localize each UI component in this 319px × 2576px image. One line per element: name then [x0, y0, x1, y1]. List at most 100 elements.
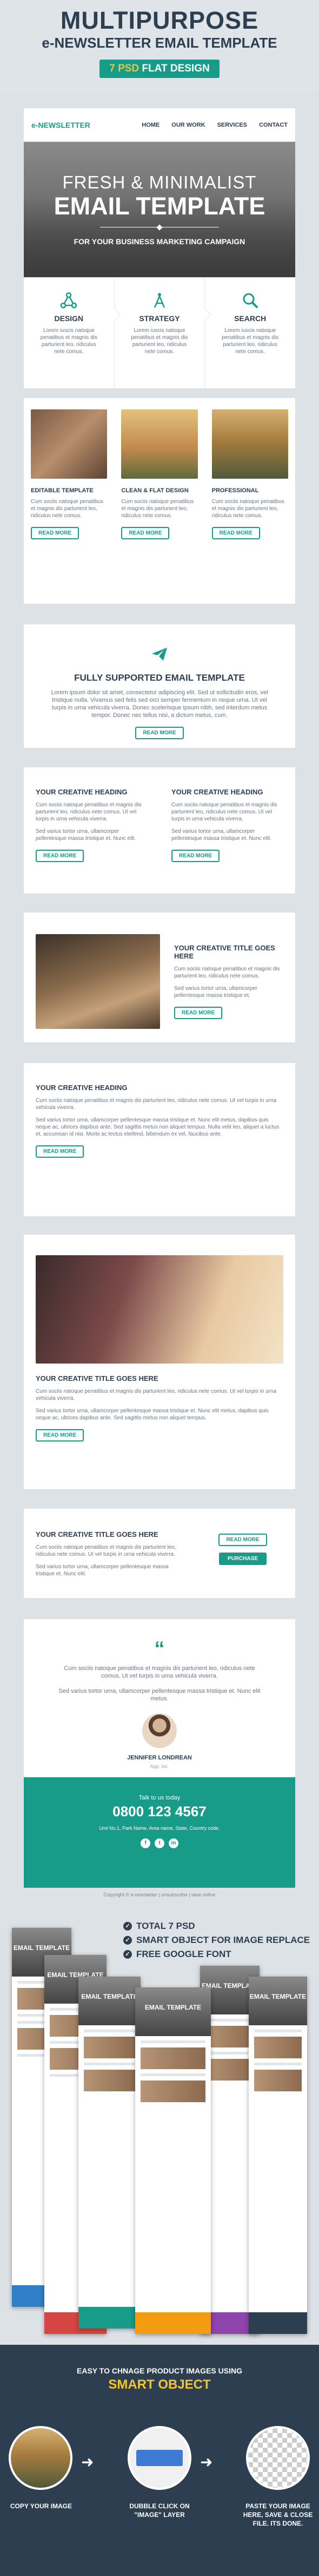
cta-block: YOUR CREATIVE TITLE GOES HERE Cum sociis… — [24, 1509, 295, 1598]
column-text: Cum sociis natoque penatibus et magnis d… — [171, 802, 277, 822]
block-text: Cum sociis natoque penatibus et magnis d… — [36, 1098, 277, 1111]
block-title: YOUR CREATIVE TITLE GOES HERE — [36, 1374, 158, 1382]
read-more-button[interactable]: READ MORE — [36, 850, 84, 862]
testimonial-text: Cum sociis natoque penatibus et magnis d… — [64, 1665, 255, 1679]
feature-text: Lorem iuscis natoque penatibus et magnis… — [131, 328, 188, 355]
template-previews: EMAIL TEMPLATE EMAIL TEMPLATE EMAIL TEMP… — [0, 1906, 319, 2339]
quote-icon: “ — [154, 1638, 165, 1660]
feature-text: Lorem iuscis natoque penatibus et magnis… — [40, 328, 97, 355]
logo-prefix: e- — [31, 120, 38, 129]
newsletter-logo[interactable]: e-NEWSLETTER — [31, 121, 90, 129]
swan-image — [211, 409, 288, 479]
smart-line1: EASY TO CHNAGE PRODUCT IMAGES USING — [77, 2366, 242, 2375]
big-image-block: YOUR CREATIVE TITLE GOES HERE Cum sociis… — [24, 1235, 295, 1489]
feature-strategy: STRATEGY Lorem iuscis natoque penatibus … — [115, 277, 212, 388]
testimonial-name: JENNIFER LONDREAN — [127, 1755, 192, 1761]
column-text-2: Sed varius tortor urna, ullamcorper pell… — [171, 829, 272, 842]
nav-item-contact[interactable]: CONTACT — [259, 122, 288, 128]
cta-content: YOUR CREATIVE TITLE GOES HERE Cum sociis… — [36, 1530, 187, 1598]
features-row: DESIGN Lorem iuscis natoque penatibus et… — [24, 277, 295, 388]
read-more-button[interactable]: READ MORE — [218, 1534, 267, 1546]
testimonial-text-2: Sed varius tortor urna, ullamcorper pell… — [58, 1688, 261, 1702]
purchase-button[interactable]: PURCHASE — [218, 1553, 267, 1565]
read-more-button[interactable]: READ MORE — [174, 1007, 223, 1019]
promo-title: MULTIPURPOSE — [60, 6, 259, 34]
nav-item-home[interactable]: HOME — [142, 122, 160, 128]
read-more-button[interactable]: READ MORE — [36, 1429, 84, 1442]
nav-item-our-work[interactable]: OUR WORK — [171, 122, 205, 128]
facebook-icon[interactable]: f — [141, 1838, 150, 1848]
column-left: YOUR CREATIVE HEADING Cum sociis natoque… — [24, 788, 160, 894]
thumb-title: PROFESSIONAL — [211, 487, 259, 494]
read-more-button[interactable]: READ MORE — [36, 1145, 84, 1158]
column-right: YOUR CREATIVE HEADING Cum sociis natoque… — [160, 788, 295, 894]
full-title: FULLY SUPPORTED EMAIL TEMPLATE — [74, 673, 245, 683]
testimonial-role: App. inc. — [150, 1764, 169, 1769]
hero-line1: FRESH & MINIMALIST — [62, 172, 257, 192]
thumb-card: PROFESSIONAL Cum sociis natoque penatibu… — [205, 409, 295, 604]
block-title: YOUR CREATIVE TITLE GOES HERE — [36, 1530, 158, 1538]
block-text-2: Sed varius tortor urna, ullamcorper pell… — [36, 1564, 169, 1577]
thumb-title: EDITABLE TEMPLATE — [31, 487, 94, 494]
promo-subtitle: e-NEWSLETTER EMAIL TEMPLATE — [42, 35, 277, 51]
compass-icon — [154, 293, 165, 308]
linkedin-icon[interactable]: in — [169, 1838, 178, 1848]
testimonial-block: “ Cum sociis natoque penatibus et magnis… — [24, 1619, 295, 1777]
read-more-button[interactable]: READ MORE — [121, 527, 170, 539]
psd-badge: 7 PSD FLAT DESIGN — [99, 60, 220, 78]
copy-image-circle — [9, 2426, 72, 2490]
preview-title: EMAIL TEMPLATE — [249, 1993, 307, 2000]
thumb-text: Cum sociis natoque penatibus et magnis d… — [31, 499, 103, 519]
promo-header: MULTIPURPOSE e-NEWSLETTER EMAIL TEMPLATE… — [0, 0, 319, 94]
copyright: Copyright © e-newsletter | unsubscribe |… — [103, 1892, 216, 1897]
bullet-item: ✓ FREE GOOGLE FONT — [123, 1947, 310, 1961]
preview-title: EMAIL TEMPLATE — [144, 2004, 202, 2011]
thumb-card: EDITABLE TEMPLATE Cum sociis natoque pen… — [24, 409, 114, 604]
nav-item-services[interactable]: SERVICES — [217, 122, 247, 128]
bridge-image — [36, 1255, 283, 1364]
preview-title: EMAIL TEMPLATE — [47, 1971, 104, 1979]
block-title: YOUR CREATIVE TITLE GOES HERE — [174, 944, 275, 960]
read-more-button[interactable]: READ MORE — [31, 527, 79, 539]
logo-word: NEWSLETTER — [38, 120, 90, 129]
feature-search: SEARCH Lorem iuscis natoque penatibus et… — [205, 277, 295, 388]
column-heading: YOUR CREATIVE HEADING — [36, 788, 128, 796]
arrow-icon: ➜ — [81, 2454, 94, 2470]
bullet-item: ✓ SMART OBJECT FOR IMAGE REPLACE — [123, 1933, 310, 1947]
avatar — [142, 1713, 177, 1748]
badge-text: FLAT DESIGN — [142, 63, 210, 74]
feature-bullets: ✓ TOTAL 7 PSD ✓ SMART OBJECT FOR IMAGE REP… — [123, 1919, 310, 1961]
block-text-2: Sed varius tortor urna, ullamcorper pell… — [36, 1117, 280, 1137]
nav-menu: HOME OUR WORK SERVICES CONTACT — [142, 122, 288, 128]
paste-image-circle — [246, 2426, 310, 2490]
paper-plane-icon — [152, 648, 167, 661]
thumb-text: Cum sociis natoque penatibus et magnis d… — [211, 499, 284, 519]
read-more-button[interactable]: READ MORE — [135, 727, 184, 739]
sunset-image — [121, 409, 198, 479]
block-text: Cum sociis natoque penatibus et magnis d… — [174, 966, 280, 979]
social-links: f t in — [24, 1838, 295, 1848]
preview-title: EMAIL TEMPLATE — [13, 1944, 70, 1952]
step-caption: COPY YOUR IMAGE — [10, 2502, 72, 2510]
bench-image — [36, 934, 160, 1029]
twitter-icon[interactable]: t — [155, 1838, 164, 1848]
feature-title: DESIGN — [54, 314, 84, 323]
column-text: Cum sociis natoque penatibus et magnis d… — [36, 802, 142, 822]
cta-buttons: READ MORE PURCHASE — [202, 1530, 283, 1598]
check-icon: ✓ — [123, 1922, 132, 1931]
read-more-button[interactable]: READ MORE — [211, 527, 260, 539]
email-footer: Talk to us today 0800 123 4567 Unit No.1… — [24, 1777, 295, 1888]
image-text-content: YOUR CREATIVE TITLE GOES HERE Cum sociis… — [174, 934, 283, 1042]
preview-page: EMAIL TEMPLATE — [135, 1987, 211, 2334]
read-more-button[interactable]: READ MORE — [171, 850, 220, 862]
footer-phone[interactable]: 0800 123 4567 — [24, 1803, 295, 1820]
column-heading: YOUR CREATIVE HEADING — [171, 788, 263, 796]
smart-line2: SMART OBJECT — [108, 2377, 211, 2392]
thumbnail-row: EDITABLE TEMPLATE Cum sociis natoque pen… — [24, 398, 295, 604]
layer-panel-circle — [128, 2426, 191, 2490]
step-caption: PASTE YOUR IMAGE HERE, SAVE & CLOSE FILE… — [243, 2502, 313, 2527]
bicycle-image — [31, 409, 108, 479]
bullet-text: FREE GOOGLE FONT — [136, 1949, 231, 1959]
bullet-item: ✓ TOTAL 7 PSD — [123, 1919, 310, 1933]
feature-text: Lorem iuscis natoque penatibus et magnis… — [222, 328, 279, 355]
